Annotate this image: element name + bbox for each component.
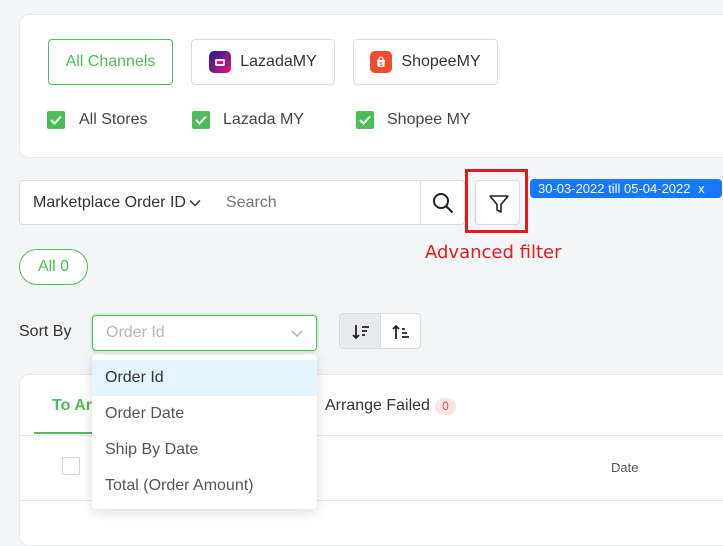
- sort-descending-button[interactable]: [339, 313, 381, 349]
- sort-ascending-icon: [392, 324, 409, 339]
- advanced-filter-button[interactable]: [475, 180, 520, 225]
- select-all-rows-checkbox[interactable]: [62, 457, 80, 475]
- search-field-select[interactable]: Marketplace Order ID: [19, 180, 214, 225]
- advanced-filter-annotation: Advanced filter: [425, 242, 562, 263]
- filter-funnel-icon: [489, 195, 509, 213]
- shopee-channel-label: ShopeeMY: [401, 53, 481, 70]
- sort-descending-icon: [352, 325, 369, 340]
- chevron-down-icon: [291, 330, 303, 337]
- search-button[interactable]: [420, 180, 465, 225]
- sort-option-order-id[interactable]: Order Id: [92, 360, 317, 396]
- shopee-store-checkbox[interactable]: [356, 111, 374, 129]
- lazada-store-label: Lazada MY: [223, 111, 304, 128]
- status-filter-all-pill[interactable]: All 0: [19, 249, 88, 285]
- all-channels-label: All Channels: [65, 53, 156, 70]
- sort-field-select[interactable]: Order Id: [92, 315, 317, 351]
- sort-option-ship-by-date[interactable]: Ship By Date: [92, 432, 317, 468]
- search-input[interactable]: [213, 180, 420, 225]
- search-icon: [433, 193, 454, 214]
- date-range-close-icon[interactable]: x: [698, 181, 705, 196]
- sort-ascending-button[interactable]: [380, 313, 421, 349]
- date-range-label: 30-03-2022 till 05-04-2022: [538, 181, 691, 196]
- shopee-channel-button[interactable]: S ShopeeMY: [353, 39, 498, 85]
- status-filter-all-label: All 0: [37, 258, 70, 275]
- channels-card: [19, 14, 723, 158]
- arrange-failed-count-badge: 0: [435, 398, 456, 415]
- sort-option-order-date[interactable]: Order Date: [92, 396, 317, 432]
- all-channels-button[interactable]: All Channels: [48, 39, 173, 85]
- lazada-store-checkbox[interactable]: [192, 111, 210, 129]
- shopee-store-label: Shopee MY: [387, 111, 471, 128]
- lazada-logo-icon: [209, 51, 232, 73]
- sort-by-label: Sort By: [19, 323, 72, 340]
- search-field-select-value: Marketplace Order ID: [33, 194, 186, 211]
- all-stores-checkbox[interactable]: [47, 111, 65, 129]
- sort-field-placeholder: Order Id: [106, 324, 165, 341]
- all-stores-label: All Stores: [79, 111, 148, 128]
- lazada-channel-label: LazadaMY: [240, 53, 317, 70]
- date-range-chip[interactable]: 30-03-2022 till 05-04-2022 x: [530, 179, 722, 198]
- sort-option-total-amount[interactable]: Total (Order Amount): [92, 468, 317, 504]
- tab-arrange-failed[interactable]: Arrange Failed: [325, 397, 430, 415]
- date-column-header: Date: [611, 460, 639, 475]
- sort-options-dropdown: Order Id Order Date Ship By Date Total (…: [92, 355, 317, 509]
- shopee-logo-icon: S: [370, 51, 393, 73]
- chevron-down-icon: [189, 199, 201, 207]
- lazada-channel-button[interactable]: LazadaMY: [191, 39, 335, 85]
